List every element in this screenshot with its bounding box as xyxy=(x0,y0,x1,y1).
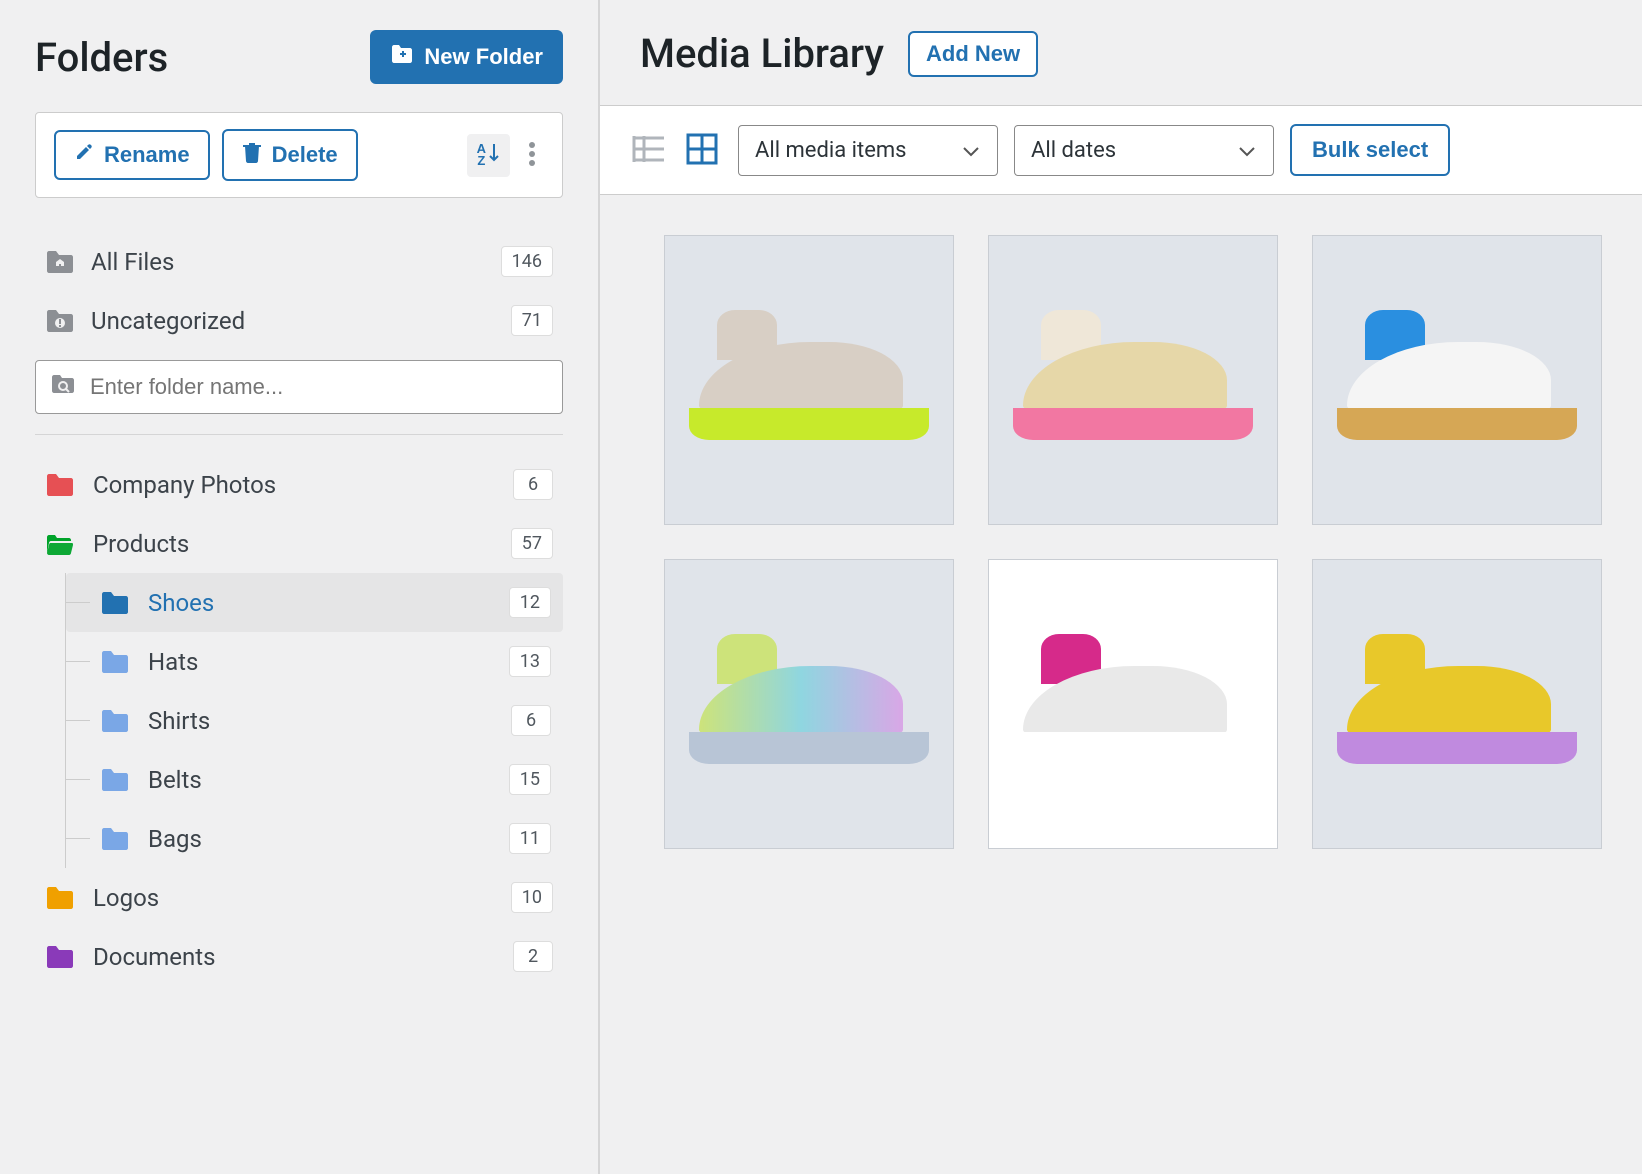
folder-item-hats[interactable]: Hats 13 xyxy=(66,632,563,691)
folder-item-bags[interactable]: Bags 11 xyxy=(66,809,563,868)
media-grid xyxy=(640,235,1602,849)
shoe-thumbnail xyxy=(1013,644,1253,764)
filter-bar: All media items All dates Bulk select xyxy=(600,105,1642,195)
folder-label: Company Photos xyxy=(93,471,513,499)
new-folder-button[interactable]: New Folder xyxy=(370,30,563,84)
folder-count: 13 xyxy=(509,646,551,677)
folders-title: Folders xyxy=(35,34,168,81)
folder-label: Bags xyxy=(148,825,509,853)
folder-count: 2 xyxy=(513,941,553,972)
media-type-value: All media items xyxy=(755,138,907,163)
delete-label: Delete xyxy=(272,142,338,168)
bulk-select-label: Bulk select xyxy=(1312,137,1428,163)
folder-count: 6 xyxy=(511,705,551,736)
add-new-label: Add New xyxy=(926,41,1020,67)
list-icon xyxy=(632,152,666,167)
media-library-main: Media Library Add New All media items xyxy=(600,0,1642,1174)
media-item[interactable] xyxy=(988,559,1278,849)
grid-icon xyxy=(686,153,718,168)
folder-item-company-photos[interactable]: Company Photos 6 xyxy=(35,455,563,514)
folder-label: Products xyxy=(93,530,511,558)
folder-icon xyxy=(45,944,79,970)
folder-item-products[interactable]: Products 57 xyxy=(35,514,563,573)
uncategorized-label: Uncategorized xyxy=(91,307,511,335)
media-library-title: Media Library xyxy=(640,30,884,77)
folder-label: Hats xyxy=(148,648,509,676)
chevron-down-icon xyxy=(1237,138,1257,163)
folder-toolbar: Rename Delete AZ xyxy=(35,112,563,198)
media-item[interactable] xyxy=(664,235,954,525)
folder-icon xyxy=(100,826,134,852)
rename-label: Rename xyxy=(104,142,190,168)
folder-count: 6 xyxy=(513,469,553,500)
pencil-icon xyxy=(74,142,94,168)
grid-view-button[interactable] xyxy=(682,129,722,172)
folders-sidebar: Folders New Folder Rename Delete AZ xyxy=(0,0,600,1174)
folder-label: Shoes xyxy=(148,589,509,617)
folder-home-icon xyxy=(45,249,79,275)
shoe-thumbnail xyxy=(689,320,929,440)
uncategorized-count: 71 xyxy=(511,305,553,336)
date-filter[interactable]: All dates xyxy=(1014,125,1274,176)
shoe-thumbnail xyxy=(1337,644,1577,764)
folder-label: Logos xyxy=(93,884,511,912)
shoe-thumbnail xyxy=(1337,320,1577,440)
folder-plus-icon xyxy=(390,43,414,71)
folder-count: 11 xyxy=(509,823,551,854)
more-options-button[interactable] xyxy=(520,135,544,176)
folder-item-documents[interactable]: Documents 2 xyxy=(35,927,563,986)
chevron-down-icon xyxy=(961,138,981,163)
folder-item-logos[interactable]: Logos 10 xyxy=(35,868,563,927)
new-folder-label: New Folder xyxy=(424,44,543,70)
folder-icon xyxy=(100,590,134,616)
all-files-item[interactable]: All Files 146 xyxy=(35,232,563,291)
folder-icon xyxy=(100,767,134,793)
add-new-button[interactable]: Add New xyxy=(908,31,1038,77)
folder-label: Belts xyxy=(148,766,509,794)
bulk-select-button[interactable]: Bulk select xyxy=(1290,124,1450,176)
media-item[interactable] xyxy=(664,559,954,849)
folder-count: 10 xyxy=(511,882,553,913)
folder-item-shoes[interactable]: Shoes 12 xyxy=(66,573,563,632)
delete-button[interactable]: Delete xyxy=(222,129,358,181)
sort-az-button[interactable]: AZ xyxy=(467,134,510,177)
folder-search-icon xyxy=(50,373,78,401)
folder-search[interactable] xyxy=(35,360,563,414)
dots-vertical-icon xyxy=(528,155,536,170)
media-type-filter[interactable]: All media items xyxy=(738,125,998,176)
folder-icon xyxy=(45,531,79,557)
arrow-down-icon xyxy=(488,142,500,169)
divider xyxy=(35,434,563,435)
all-files-count: 146 xyxy=(501,246,553,277)
rename-button[interactable]: Rename xyxy=(54,130,210,180)
folder-icon xyxy=(45,472,79,498)
folder-tree: Company Photos 6 Products 57 Shoes 12 Ha… xyxy=(35,455,563,986)
folder-count: 15 xyxy=(509,764,551,795)
folder-item-belts[interactable]: Belts 15 xyxy=(66,750,563,809)
view-toggle xyxy=(628,129,722,172)
list-view-button[interactable] xyxy=(628,129,670,172)
folder-alert-icon xyxy=(45,308,79,334)
folder-icon xyxy=(45,885,79,911)
folder-item-shirts[interactable]: Shirts 6 xyxy=(66,691,563,750)
folder-icon xyxy=(100,708,134,734)
shoe-thumbnail xyxy=(689,644,929,764)
folder-count: 12 xyxy=(509,587,551,618)
media-item[interactable] xyxy=(1312,559,1602,849)
date-filter-value: All dates xyxy=(1031,138,1116,163)
folder-label: Documents xyxy=(93,943,513,971)
media-item[interactable] xyxy=(988,235,1278,525)
folder-count: 57 xyxy=(511,528,553,559)
trash-icon xyxy=(242,141,262,169)
uncategorized-item[interactable]: Uncategorized 71 xyxy=(35,291,563,350)
folder-search-input[interactable] xyxy=(90,374,548,400)
sidebar-header: Folders New Folder xyxy=(35,30,563,84)
folder-label: Shirts xyxy=(148,707,511,735)
all-files-label: All Files xyxy=(91,248,501,276)
main-header: Media Library Add New xyxy=(640,30,1602,77)
media-item[interactable] xyxy=(1312,235,1602,525)
shoe-thumbnail xyxy=(1013,320,1253,440)
folder-icon xyxy=(100,649,134,675)
